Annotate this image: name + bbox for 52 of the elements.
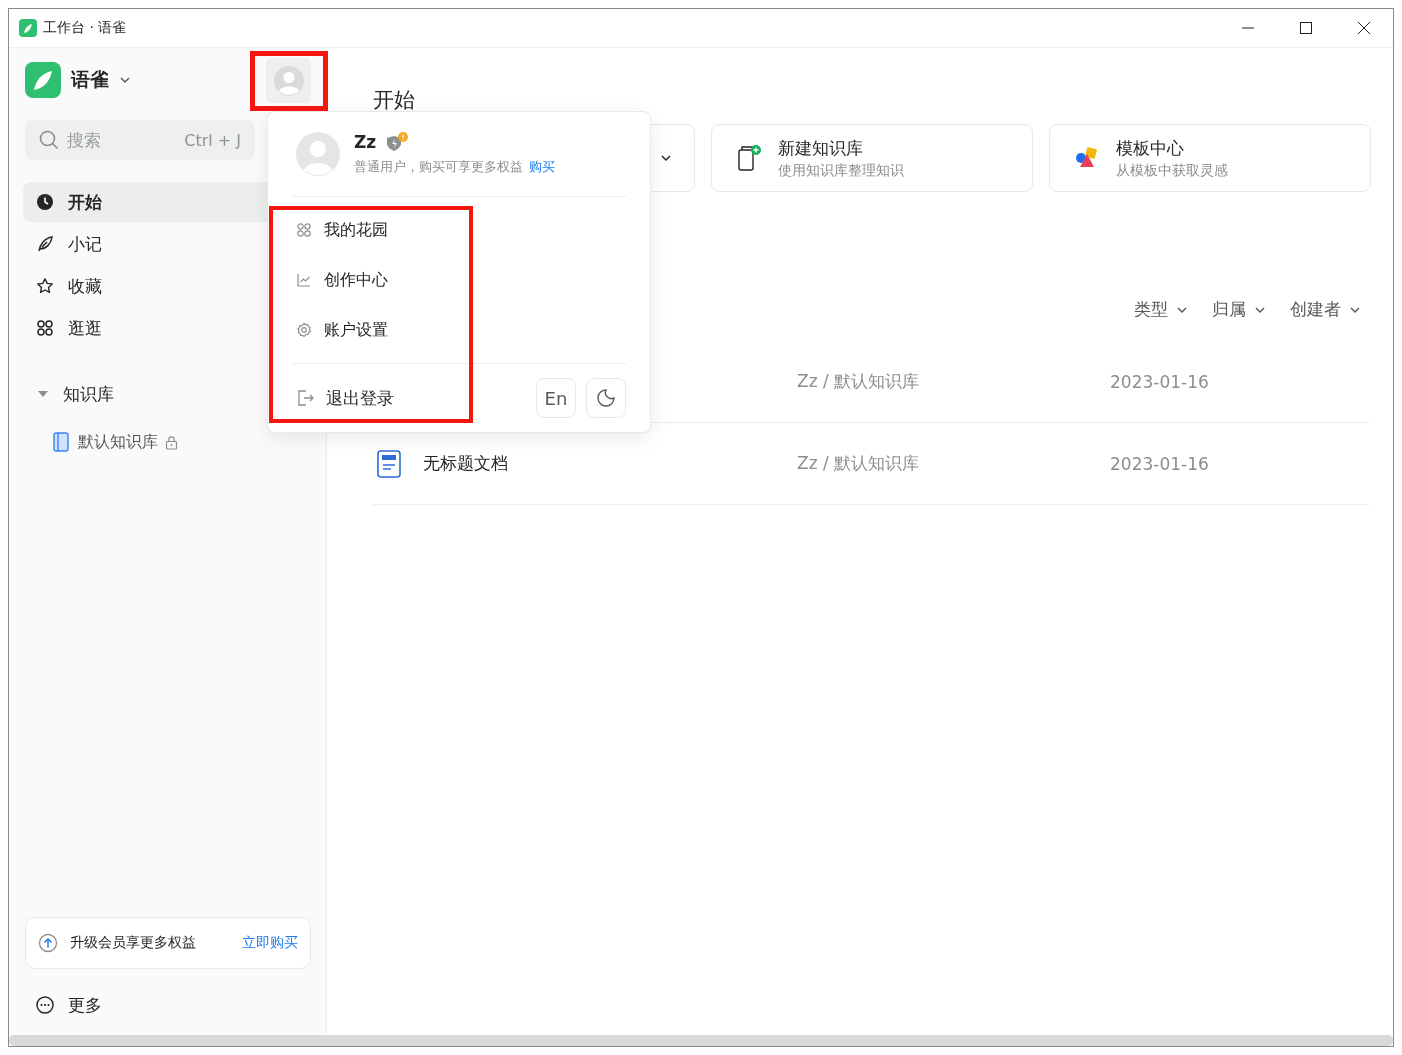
filter-dropdown[interactable]: 类型 bbox=[1134, 298, 1188, 321]
moon-icon bbox=[596, 388, 616, 408]
star-icon bbox=[36, 277, 54, 295]
action-card[interactable]: 模板中心 从模板中获取灵感 bbox=[1049, 124, 1371, 192]
window-title: 工作台 · 语雀 bbox=[43, 19, 127, 37]
document-path: Zz / 默认知识库 bbox=[797, 370, 921, 393]
avatar-icon bbox=[296, 132, 340, 176]
search-input[interactable]: 搜索 bbox=[65, 129, 179, 151]
chevron-down-icon bbox=[119, 74, 131, 86]
close-icon bbox=[1357, 21, 1371, 35]
grid-circles-icon bbox=[36, 319, 54, 337]
menu-item[interactable]: 创作中心 bbox=[292, 255, 626, 305]
lock-icon bbox=[165, 434, 178, 450]
buy-link[interactable]: 购买 bbox=[529, 159, 555, 174]
shortcut-hint: Ctrl + J bbox=[184, 130, 241, 150]
document-path: Zz / 默认知识库 bbox=[797, 452, 921, 475]
grid-circles-icon bbox=[296, 222, 312, 238]
avatar-icon bbox=[273, 65, 304, 96]
settings-icon bbox=[296, 322, 312, 338]
buy-link[interactable]: 立即购买 bbox=[242, 934, 298, 952]
filter-dropdown[interactable]: 归属 bbox=[1212, 298, 1266, 321]
avatar-button[interactable] bbox=[266, 58, 311, 103]
maximize-icon bbox=[1299, 21, 1313, 35]
chevron-down-icon bbox=[660, 152, 672, 164]
upgrade-icon bbox=[38, 933, 58, 953]
user-role: 普通用户，购买可享更多权益 购买 bbox=[354, 158, 555, 176]
document-date: 2023-01-16 bbox=[1110, 371, 1210, 392]
language-button[interactable]: En bbox=[536, 378, 576, 418]
book-icon bbox=[53, 432, 69, 452]
page-heading: 开始 bbox=[373, 87, 416, 114]
app-logo-icon bbox=[19, 19, 37, 37]
more-icon bbox=[36, 996, 54, 1014]
upgrade-text: 升级会员享更多权益 bbox=[70, 934, 197, 952]
chart-icon bbox=[296, 272, 312, 288]
user-name: Zz bbox=[354, 132, 377, 152]
theme-button[interactable] bbox=[586, 378, 626, 418]
scrollbar[interactable] bbox=[9, 1035, 1393, 1046]
more-item[interactable]: 更多 bbox=[23, 985, 326, 1025]
shield-badge-icon bbox=[386, 132, 411, 152]
new-book-icon bbox=[736, 144, 762, 172]
search-icon bbox=[39, 130, 59, 150]
feather-icon bbox=[36, 235, 54, 253]
clock-icon bbox=[36, 193, 54, 211]
logout-icon bbox=[296, 389, 314, 407]
document-title[interactable]: 无标题文档 bbox=[423, 452, 508, 475]
brand-name[interactable]: 语雀 bbox=[71, 67, 109, 93]
document-date: 2023-01-16 bbox=[1110, 453, 1210, 474]
app-logo-icon bbox=[25, 62, 61, 98]
library-item[interactable]: 默认知识库 bbox=[23, 422, 326, 462]
document-icon bbox=[377, 449, 401, 478]
action-card[interactable]: 新建知识库 使用知识库整理知识 bbox=[711, 124, 1033, 192]
filter-dropdown[interactable]: 创建者 bbox=[1290, 298, 1361, 321]
